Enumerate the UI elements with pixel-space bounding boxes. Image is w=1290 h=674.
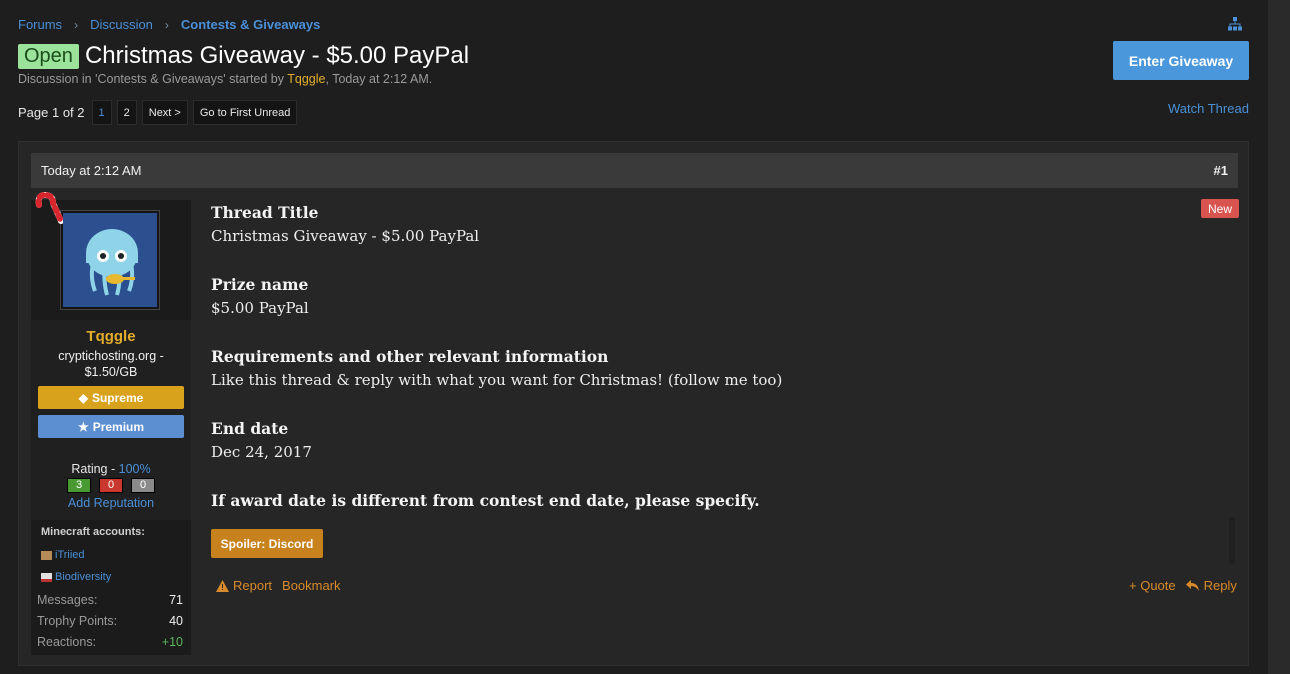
enter-giveaway-button[interactable]: Enter Giveaway bbox=[1113, 41, 1249, 80]
stat-value[interactable]: 40 bbox=[169, 614, 183, 628]
post-container: Today at 2:12 AM #1 Tqggle cryptichostin… bbox=[18, 141, 1249, 666]
page-link-1[interactable]: 1 bbox=[91, 100, 112, 125]
chevron-right-icon: › bbox=[164, 17, 169, 32]
thread-meta: Discussion in 'Contests & Giveaways' sta… bbox=[18, 72, 432, 86]
spoiler-button[interactable]: Spoiler: Discord bbox=[211, 529, 323, 558]
quote-button[interactable]: + Quote bbox=[1129, 578, 1176, 593]
rating-line: Rating - 100% bbox=[31, 462, 191, 476]
post-date[interactable]: Today at 2:12 AM bbox=[41, 163, 141, 178]
page-title: Christmas Giveaway - $5.00 PayPal bbox=[84, 42, 470, 69]
page-link-2[interactable]: 2 bbox=[116, 100, 137, 125]
content-scrollbar[interactable] bbox=[1229, 517, 1235, 564]
section-text: Like this thread & reply with what you w… bbox=[211, 371, 783, 389]
thread-author-link[interactable]: Tqggle bbox=[287, 72, 325, 86]
chevron-right-icon: › bbox=[74, 17, 79, 32]
supreme-badge-label: Supreme bbox=[91, 390, 144, 405]
thread-title-row: Open Christmas Giveaway - $5.00 PayPal bbox=[18, 42, 469, 70]
bookmark-link[interactable]: Bookmark bbox=[282, 578, 341, 593]
minecraft-account-name[interactable]: Biodiversity bbox=[55, 571, 111, 583]
stat-value[interactable]: 71 bbox=[169, 593, 183, 607]
stat-reactions: Reactions: +10 bbox=[37, 635, 183, 649]
breadcrumb-contests[interactable]: Contests & Giveaways bbox=[181, 17, 320, 32]
reply-icon bbox=[1185, 580, 1199, 591]
rating-percent: 100% bbox=[118, 462, 151, 476]
page-nav: Page 1 of 2 1 2 Next > Go to First Unrea… bbox=[18, 100, 298, 125]
section-heading: Thread Title bbox=[211, 203, 319, 222]
candy-cane-icon bbox=[35, 191, 63, 224]
section-text: Christmas Giveaway - $5.00 PayPal bbox=[211, 227, 480, 245]
watch-thread-link[interactable]: Watch Thread bbox=[1168, 101, 1249, 116]
page-gutter bbox=[1268, 0, 1290, 674]
minecraft-account-item[interactable]: iTriied bbox=[41, 549, 85, 561]
reputation-boxes: 3 0 0 bbox=[31, 478, 191, 493]
diamond-icon: ◆ bbox=[78, 390, 88, 405]
post-actions-right: + Quote Reply bbox=[1129, 578, 1237, 593]
breadcrumb: Forums › Discussion › Contests & Giveawa… bbox=[18, 17, 320, 32]
thread-prefix-badge: Open bbox=[18, 43, 79, 69]
jellyfish-avatar-icon bbox=[63, 213, 157, 307]
minecraft-account-name[interactable]: iTriied bbox=[55, 549, 85, 561]
section-heading: Prize name bbox=[211, 275, 309, 294]
reply-label[interactable]: Reply bbox=[1204, 578, 1237, 593]
thread-meta-prefix: Discussion in 'Contests & Giveaways' sta… bbox=[18, 72, 288, 86]
minecraft-accounts-title: Minecraft accounts: bbox=[41, 526, 145, 538]
stat-label: Reactions: bbox=[37, 635, 97, 649]
minecraft-account-item[interactable]: Biodiversity bbox=[41, 571, 111, 583]
stat-trophy-points: Trophy Points: 40 bbox=[37, 614, 183, 628]
user-title-line-2: $1.50/GB bbox=[84, 365, 138, 379]
block-icon bbox=[41, 550, 52, 560]
rating-label: Rating - bbox=[71, 462, 119, 476]
stat-messages: Messages: 71 bbox=[37, 593, 183, 607]
user-title-line-1: cryptichosting.org - bbox=[58, 349, 164, 363]
next-page-button[interactable]: Next > bbox=[141, 100, 188, 125]
post-actions-left: Report Bookmark bbox=[216, 578, 341, 593]
sitemap-icon[interactable] bbox=[1227, 16, 1243, 32]
section-heading: If award date is different from contest … bbox=[211, 491, 760, 510]
reply-button[interactable]: Reply bbox=[1185, 578, 1237, 593]
rep-positive-count: 3 bbox=[67, 478, 91, 493]
section-text: $5.00 PayPal bbox=[211, 299, 309, 317]
page-label: Page 1 of 2 bbox=[18, 105, 85, 120]
warning-icon bbox=[216, 579, 229, 592]
new-post-badge: New bbox=[1201, 199, 1239, 218]
section-heading: Requirements and other relevant informat… bbox=[211, 347, 609, 366]
first-unread-button[interactable]: Go to First Unread bbox=[192, 100, 298, 125]
rep-neutral-count: 0 bbox=[131, 478, 155, 493]
premium-badge-label: Premium bbox=[92, 419, 145, 434]
username-link[interactable]: Tqggle bbox=[31, 328, 191, 345]
user-info: Tqggle cryptichosting.org - $1.50/GB ◆ S… bbox=[31, 320, 191, 520]
user-sidebar: Tqggle cryptichosting.org - $1.50/GB ◆ S… bbox=[31, 191, 191, 655]
add-reputation-link[interactable]: Add Reputation bbox=[31, 496, 191, 510]
breadcrumb-forums[interactable]: Forums bbox=[18, 17, 62, 32]
stat-label: Messages: bbox=[37, 593, 98, 607]
stat-label: Trophy Points: bbox=[37, 614, 118, 628]
bed-icon bbox=[41, 572, 52, 582]
breadcrumb-discussion[interactable]: Discussion bbox=[90, 17, 153, 32]
stat-value: +10 bbox=[161, 635, 183, 649]
supreme-badge: ◆ Supreme bbox=[38, 386, 184, 409]
report-link[interactable]: Report bbox=[216, 578, 272, 593]
avatar[interactable] bbox=[60, 210, 160, 310]
thread-meta-suffix: , Today at 2:12 AM. bbox=[325, 72, 433, 86]
report-label[interactable]: Report bbox=[233, 578, 272, 593]
trophy-icon: ★ bbox=[77, 419, 89, 434]
post-header: Today at 2:12 AM #1 bbox=[31, 153, 1238, 188]
post-number[interactable]: #1 bbox=[1214, 163, 1228, 178]
rep-negative-count: 0 bbox=[99, 478, 123, 493]
section-heading: End date bbox=[211, 419, 289, 438]
section-text: Dec 24, 2017 bbox=[211, 443, 312, 461]
premium-badge: ★ Premium bbox=[38, 415, 184, 438]
